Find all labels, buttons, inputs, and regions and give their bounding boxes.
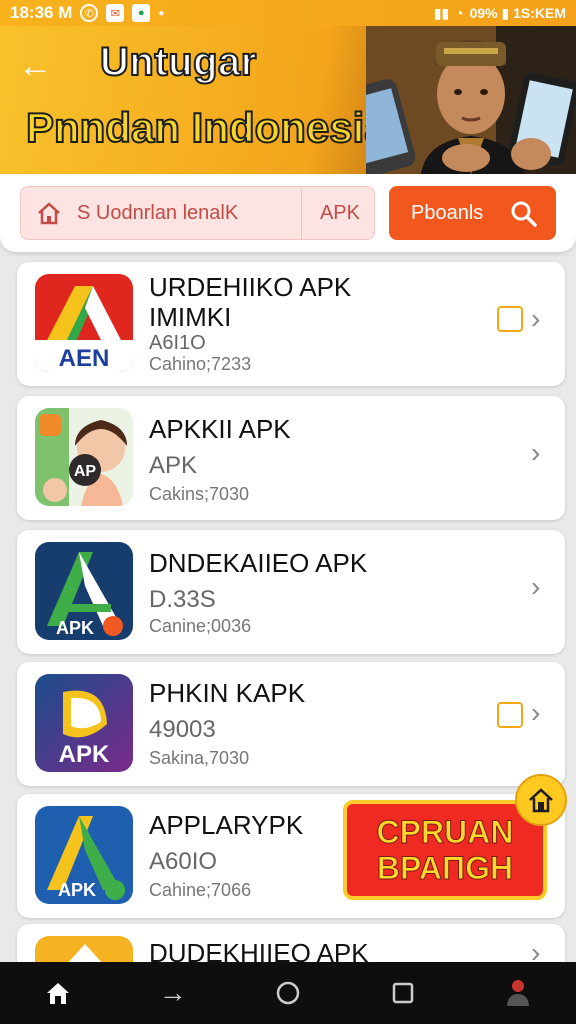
app-icon: APK xyxy=(35,806,133,904)
chevron-right-icon[interactable]: › xyxy=(531,698,549,728)
chevron-right-icon[interactable]: › xyxy=(531,572,549,602)
app-name: PHKIN KAPK xyxy=(149,678,306,708)
circle-home-icon[interactable] xyxy=(266,971,310,1015)
app-meta: Cahino;7233 xyxy=(149,354,252,374)
list-item[interactable]: AP APKKII APK APK Cakins;7030 › xyxy=(17,396,565,520)
app-meta: Cakins;7030 xyxy=(149,484,250,504)
app-name: APPLARYPK xyxy=(149,810,304,840)
search-input[interactable]: S Uodnrlan lenalK APK xyxy=(20,186,375,240)
chat-icon: ● xyxy=(132,4,151,22)
chevron-right-icon[interactable]: › xyxy=(531,304,549,334)
app-subtitle: A60IO xyxy=(149,848,218,875)
header-banner: ← Untugar Pnndan Indonesia xyxy=(0,26,576,174)
app-name: DNDEKAIIEO APK xyxy=(149,548,368,578)
app-icon-text: APK xyxy=(56,618,94,638)
calendar-icon[interactable] xyxy=(497,702,523,728)
app-subtitle: D.33S xyxy=(149,586,216,613)
search-placeholder: S Uodnrlan lenalK xyxy=(77,201,239,224)
list-item[interactable]: AEN URDEHIIKO APK IMIMKI A6I1O Cahino;72… xyxy=(17,262,565,386)
app-icon: APK xyxy=(35,674,133,772)
home-icon[interactable] xyxy=(36,971,80,1015)
square-recents-icon[interactable] xyxy=(381,971,425,1015)
chevron-right-icon[interactable]: › xyxy=(531,438,549,468)
app-name: URDEHIIKO APK IMIMKI xyxy=(149,272,351,332)
app-icon-text: AP xyxy=(74,463,97,480)
wifi-icon: ◔ xyxy=(455,5,464,21)
header-title-line2: Pnndan Indonesia xyxy=(25,103,389,152)
system-nav-bar: → xyxy=(0,962,576,1024)
promo-banner[interactable]: CPRUAN BPAΠGH xyxy=(343,800,547,900)
app-meta: Sakina,7030 xyxy=(149,748,250,768)
search-tag[interactable]: APK xyxy=(300,186,360,240)
app-icon-text: APK xyxy=(59,741,110,768)
app-icon-text: AEN xyxy=(59,345,110,372)
back-arrow-icon[interactable]: ← xyxy=(18,46,58,86)
home-outline-icon xyxy=(38,202,60,225)
list-item[interactable]: APK DNDEKAIIEO APK D.33S Canine;0036 › xyxy=(17,530,565,654)
person-icon[interactable] xyxy=(496,971,540,1015)
notification-icon: ✉ xyxy=(106,4,125,22)
app-subtitle: 49003 xyxy=(149,716,216,743)
search-button[interactable]: Pboanls xyxy=(389,186,556,240)
promo-home-icon[interactable] xyxy=(515,774,567,826)
search-icon xyxy=(511,201,537,227)
signal-icon: ▮▮ xyxy=(433,4,450,21)
list-item[interactable]: APK PHKIN KAPK 49003 Sakina,7030 › xyxy=(17,662,565,786)
app-icon: AEN xyxy=(35,274,133,372)
app-name-line1: URDEHIIKO APK xyxy=(149,272,352,302)
forward-arrow-icon[interactable]: → xyxy=(151,971,195,1015)
person-photo xyxy=(366,26,576,174)
app-meta: Canine;0036 xyxy=(149,616,252,636)
promo-line1: CPRUAN xyxy=(376,814,514,851)
app-subtitle: A6I1O xyxy=(149,332,206,354)
app-name-line2: IMIMKI xyxy=(149,302,232,332)
search-card: S Uodnrlan lenalK APK Pboanls xyxy=(0,174,576,252)
app-icon: APK xyxy=(35,542,133,640)
status-right-text: 09% ▮ 1S:KEM xyxy=(469,4,566,21)
calendar-icon[interactable] xyxy=(497,306,523,332)
list-item[interactable]: APK APPLARYPK A60IO Cahine;7066 CPRUAN B… xyxy=(17,774,567,918)
app-icon-text: APK xyxy=(58,880,96,900)
app-name: APKKII APK xyxy=(149,414,291,444)
app-meta: Cahine;7066 xyxy=(149,880,252,900)
whatsapp-icon: ✆ xyxy=(80,4,99,22)
app-subtitle: APK xyxy=(149,452,198,479)
app-icon: AP xyxy=(35,408,133,506)
promo-line2: BPAΠGH xyxy=(376,850,514,887)
dot-icon: ● xyxy=(158,7,165,19)
header-title-line1: Untugar xyxy=(99,39,257,85)
search-button-label: Pboanls xyxy=(411,201,484,224)
status-bar: 18:36 M ✆ ✉ ● ● ▮▮ ◔ 09% ▮ 1S:KEM xyxy=(0,0,576,26)
status-time: 18:36 M xyxy=(10,3,73,22)
